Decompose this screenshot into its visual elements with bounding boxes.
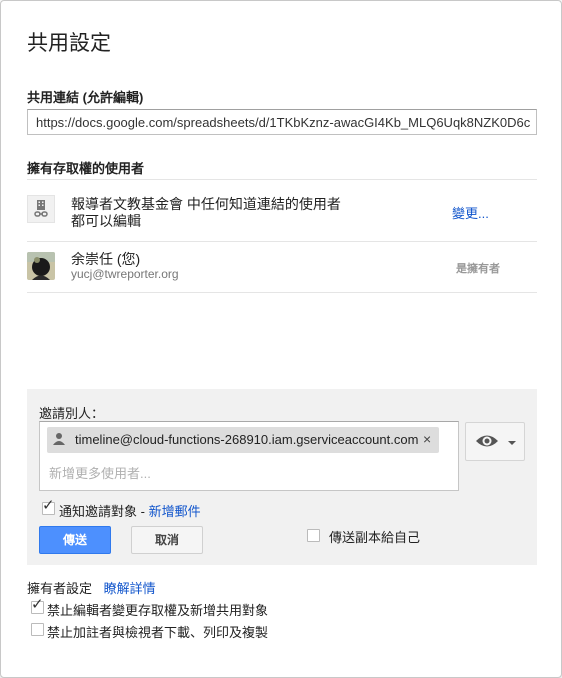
send-copy-checkbox[interactable] [307,529,320,542]
add-message-link[interactable]: 新增郵件 [149,504,201,519]
share-link-field[interactable]: https://docs.google.com/spreadsheets/d/1… [27,109,537,135]
send-copy-label: 傳送副本給自己 [329,530,421,545]
check-icon: ✓ [42,497,55,514]
send-button[interactable]: 傳送 [39,526,111,554]
change-access-link[interactable]: 變更... [452,203,489,222]
divider [27,179,537,180]
notify-row: 通知邀請對象 - 新增郵件 [59,501,201,520]
invitee-email: timeline@cloud-functions-268910.iam.gser… [75,432,419,447]
permission-dropdown-button[interactable] [465,422,525,461]
avatar [27,252,55,280]
notify-checkbox[interactable]: ✓ [42,498,55,515]
eye-icon [475,432,499,455]
cancel-button[interactable]: 取消 [131,526,203,554]
access-section-label: 擁有存取權的使用者 [27,161,145,176]
notify-label: 通知邀請對象 [59,504,138,519]
building-link-icon [27,195,55,223]
owner-settings-label: 擁有者設定 [27,581,93,596]
person-icon [53,432,65,449]
notify-separator: - [137,504,149,519]
invite-label: 邀請別人： [39,406,105,421]
divider [27,241,537,242]
org-access-permission: 都可以編輯 [71,213,141,229]
check-icon: ✓ [31,596,44,613]
share-dialog: 共用設定 共用連結 (允許編輯) https://docs.google.com… [0,0,562,678]
share-link-label: 共用連結 (允許編輯) [27,90,144,105]
dialog-title: 共用設定 [27,32,111,55]
prevent-download-label: 禁止加註者與檢視者下載、列印及複製 [47,625,269,640]
prevent-editors-label: 禁止編輯者變更存取權及新增共用對象 [47,603,269,618]
owner-settings-row: 擁有者設定 瞭解詳情 [27,578,156,597]
owner-name: 余崇任 (您) [71,251,141,267]
chevron-down-icon [508,441,516,445]
owner-role: 是擁有者 [456,263,500,275]
divider [27,292,537,293]
add-more-users-input[interactable]: 新增更多使用者... [49,463,151,482]
learn-more-link[interactable]: 瞭解詳情 [104,581,156,596]
invitee-chip: timeline@cloud-functions-268910.iam.gser… [47,427,439,453]
owner-email: yucj@twreporter.org [71,267,179,281]
remove-invitee-button[interactable]: × [423,431,431,447]
prevent-download-checkbox[interactable] [31,623,44,636]
prevent-editors-checkbox[interactable]: ✓ [31,597,44,614]
